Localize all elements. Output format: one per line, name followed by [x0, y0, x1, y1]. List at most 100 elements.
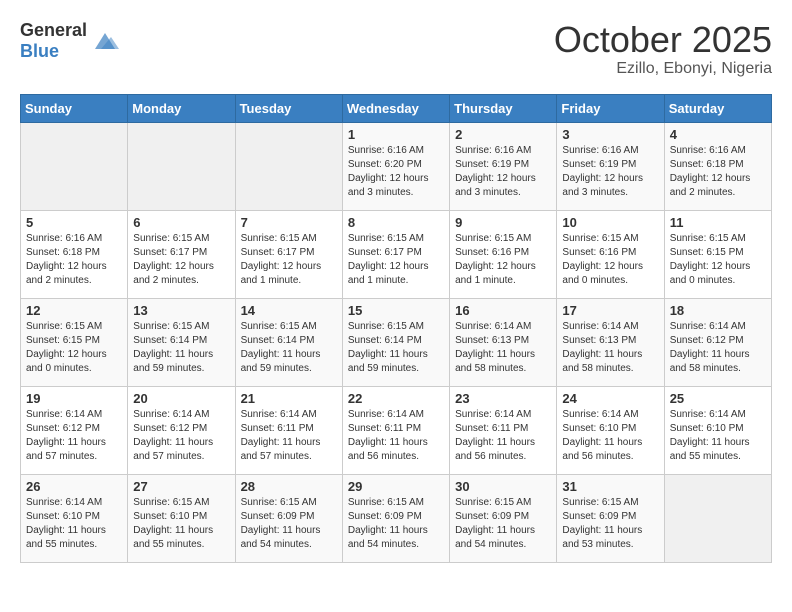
- calendar-cell: 29Sunrise: 6:15 AM Sunset: 6:09 PM Dayli…: [342, 474, 449, 562]
- day-info: Sunrise: 6:15 AM Sunset: 6:09 PM Dayligh…: [348, 496, 444, 552]
- calendar-cell: 3Sunrise: 6:16 AM Sunset: 6:19 PM Daylig…: [557, 122, 664, 210]
- weekday-header-row: SundayMondayTuesdayWednesdayThursdayFrid…: [21, 94, 772, 122]
- day-info: Sunrise: 6:15 AM Sunset: 6:14 PM Dayligh…: [348, 320, 444, 376]
- logo-blue: Blue: [20, 41, 59, 61]
- month-title: October 2025: [554, 20, 772, 60]
- day-info: Sunrise: 6:15 AM Sunset: 6:16 PM Dayligh…: [455, 232, 551, 288]
- calendar-table: SundayMondayTuesdayWednesdayThursdayFrid…: [20, 94, 772, 563]
- page-header: General Blue October 2025 Ezillo, Ebonyi…: [20, 20, 772, 78]
- day-number: 28: [241, 479, 337, 494]
- day-number: 13: [133, 303, 229, 318]
- calendar-cell: 17 Sunrise: 6:14 AM Sunset: 6:13 PM Dayli…: [557, 298, 664, 386]
- calendar-cell: 1 Sunrise: 6:16 AM Sunset: 6:20 PM Daylig…: [342, 122, 449, 210]
- weekday-header-friday: Friday: [557, 94, 664, 122]
- day-info: Sunrise: 6:15 AM Sunset: 6:17 PM Dayligh…: [133, 232, 229, 288]
- day-number: 17: [562, 303, 658, 318]
- calendar-cell: 19Sunrise: 6:14 AM Sunset: 6:12 PM Dayli…: [21, 386, 128, 474]
- day-info: Sunrise: 6:15 AM Sunset: 6:17 PM Dayligh…: [241, 232, 337, 288]
- day-number: 19: [26, 391, 122, 406]
- day-number: 16: [455, 303, 551, 318]
- day-info: Sunrise: 6:16 AM Sunset: 6:18 PM Dayligh…: [670, 144, 766, 200]
- calendar-cell: 23Sunrise: 6:14 AM Sunset: 6:11 PM Dayli…: [450, 386, 557, 474]
- calendar-cell: 14Sunrise: 6:15 AM Sunset: 6:14 PM Dayli…: [235, 298, 342, 386]
- day-info: Sunrise: 6:15 AM Sunset: 6:15 PM Dayligh…: [26, 320, 122, 376]
- day-info: Sunrise: 6:14 AM Sunset: 6:10 PM Dayligh…: [670, 408, 766, 464]
- day-number: 5: [26, 215, 122, 230]
- calendar-body: 1 Sunrise: 6:16 AM Sunset: 6:20 PM Daylig…: [21, 122, 772, 562]
- calendar-cell: 24Sunrise: 6:14 AM Sunset: 6:10 PM Dayli…: [557, 386, 664, 474]
- day-number: 8: [348, 215, 444, 230]
- calendar-week-3: 19 Sunrise: 6:14 AM Sunset: 6:12 PM Dayli…: [21, 386, 772, 474]
- day-number: 21: [241, 391, 337, 406]
- day-number: 22: [348, 391, 444, 406]
- day-number: 18: [670, 303, 766, 318]
- weekday-header-saturday: Saturday: [664, 94, 771, 122]
- calendar-cell: 6Sunrise: 6:15 AM Sunset: 6:17 PM Daylig…: [128, 210, 235, 298]
- calendar-cell: 11 Sunrise: 6:15 AM Sunset: 6:15 PM Dayli…: [664, 210, 771, 298]
- weekday-header-sunday: Sunday: [21, 94, 128, 122]
- day-info: Sunrise: 6:16 AM Sunset: 6:18 PM Dayligh…: [26, 232, 122, 288]
- calendar-cell: 18 Sunrise: 6:14 AM Sunset: 6:12 PM Dayli…: [664, 298, 771, 386]
- day-number: 7: [241, 215, 337, 230]
- day-info: Sunrise: 6:15 AM Sunset: 6:14 PM Dayligh…: [241, 320, 337, 376]
- calendar-cell: 13 Sunrise: 6:15 AM Sunset: 6:14 PM Dayli…: [128, 298, 235, 386]
- calendar-cell: 21 Sunrise: 6:14 AM Sunset: 6:11 PM Dayli…: [235, 386, 342, 474]
- day-info: Sunrise: 6:15 AM Sunset: 6:17 PM Dayligh…: [348, 232, 444, 288]
- calendar-cell: 2Sunrise: 6:16 AM Sunset: 6:19 PM Daylig…: [450, 122, 557, 210]
- day-info: Sunrise: 6:14 AM Sunset: 6:11 PM Dayligh…: [241, 408, 337, 464]
- day-info: Sunrise: 6:15 AM Sunset: 6:14 PM Dayligh…: [133, 320, 229, 376]
- day-number: 2: [455, 127, 551, 142]
- day-number: 20: [133, 391, 229, 406]
- day-number: 1: [348, 127, 444, 142]
- day-number: 25: [670, 391, 766, 406]
- day-info: Sunrise: 6:15 AM Sunset: 6:10 PM Dayligh…: [133, 496, 229, 552]
- day-number: 23: [455, 391, 551, 406]
- calendar-cell: 30Sunrise: 6:15 AM Sunset: 6:09 PM Dayli…: [450, 474, 557, 562]
- day-number: 3: [562, 127, 658, 142]
- location-title: Ezillo, Ebonyi, Nigeria: [554, 60, 772, 78]
- title-block: October 2025 Ezillo, Ebonyi, Nigeria: [554, 20, 772, 78]
- logo: General Blue: [20, 20, 119, 62]
- calendar-week-2: 12Sunrise: 6:15 AM Sunset: 6:15 PM Dayli…: [21, 298, 772, 386]
- calendar-cell: [21, 122, 128, 210]
- day-info: Sunrise: 6:14 AM Sunset: 6:13 PM Dayligh…: [562, 320, 658, 376]
- day-info: Sunrise: 6:15 AM Sunset: 6:09 PM Dayligh…: [562, 496, 658, 552]
- calendar-cell: 28 Sunrise: 6:15 AM Sunset: 6:09 PM Dayli…: [235, 474, 342, 562]
- day-number: 4: [670, 127, 766, 142]
- day-number: 15: [348, 303, 444, 318]
- day-info: Sunrise: 6:14 AM Sunset: 6:10 PM Dayligh…: [562, 408, 658, 464]
- calendar-cell: 25 Sunrise: 6:14 AM Sunset: 6:10 PM Dayli…: [664, 386, 771, 474]
- day-number: 30: [455, 479, 551, 494]
- calendar-cell: [128, 122, 235, 210]
- day-info: Sunrise: 6:15 AM Sunset: 6:15 PM Dayligh…: [670, 232, 766, 288]
- day-info: Sunrise: 6:14 AM Sunset: 6:13 PM Dayligh…: [455, 320, 551, 376]
- calendar-cell: [664, 474, 771, 562]
- day-info: Sunrise: 6:15 AM Sunset: 6:09 PM Dayligh…: [241, 496, 337, 552]
- day-number: 11: [670, 215, 766, 230]
- day-number: 10: [562, 215, 658, 230]
- weekday-header-wednesday: Wednesday: [342, 94, 449, 122]
- calendar-cell: 10Sunrise: 6:15 AM Sunset: 6:16 PM Dayli…: [557, 210, 664, 298]
- day-info: Sunrise: 6:14 AM Sunset: 6:12 PM Dayligh…: [670, 320, 766, 376]
- day-info: Sunrise: 6:14 AM Sunset: 6:11 PM Dayligh…: [348, 408, 444, 464]
- day-number: 26: [26, 479, 122, 494]
- day-info: Sunrise: 6:14 AM Sunset: 6:10 PM Dayligh…: [26, 496, 122, 552]
- calendar-cell: 4 Sunrise: 6:16 AM Sunset: 6:18 PM Daylig…: [664, 122, 771, 210]
- calendar-cell: 12Sunrise: 6:15 AM Sunset: 6:15 PM Dayli…: [21, 298, 128, 386]
- calendar-cell: 9 Sunrise: 6:15 AM Sunset: 6:16 PM Daylig…: [450, 210, 557, 298]
- logo-icon: [91, 27, 119, 55]
- day-number: 9: [455, 215, 551, 230]
- calendar-cell: 20 Sunrise: 6:14 AM Sunset: 6:12 PM Dayli…: [128, 386, 235, 474]
- calendar-week-1: 5 Sunrise: 6:16 AM Sunset: 6:18 PM Daylig…: [21, 210, 772, 298]
- calendar-cell: 22 Sunrise: 6:14 AM Sunset: 6:11 PM Dayli…: [342, 386, 449, 474]
- calendar-cell: 16 Sunrise: 6:14 AM Sunset: 6:13 PM Dayli…: [450, 298, 557, 386]
- calendar-cell: 7 Sunrise: 6:15 AM Sunset: 6:17 PM Daylig…: [235, 210, 342, 298]
- weekday-header-tuesday: Tuesday: [235, 94, 342, 122]
- day-number: 27: [133, 479, 229, 494]
- weekday-header-thursday: Thursday: [450, 94, 557, 122]
- calendar-cell: 27 Sunrise: 6:15 AM Sunset: 6:10 PM Dayli…: [128, 474, 235, 562]
- day-info: Sunrise: 6:16 AM Sunset: 6:20 PM Dayligh…: [348, 144, 444, 200]
- calendar-cell: 15 Sunrise: 6:15 AM Sunset: 6:14 PM Dayli…: [342, 298, 449, 386]
- day-info: Sunrise: 6:14 AM Sunset: 6:12 PM Dayligh…: [133, 408, 229, 464]
- calendar-cell: [235, 122, 342, 210]
